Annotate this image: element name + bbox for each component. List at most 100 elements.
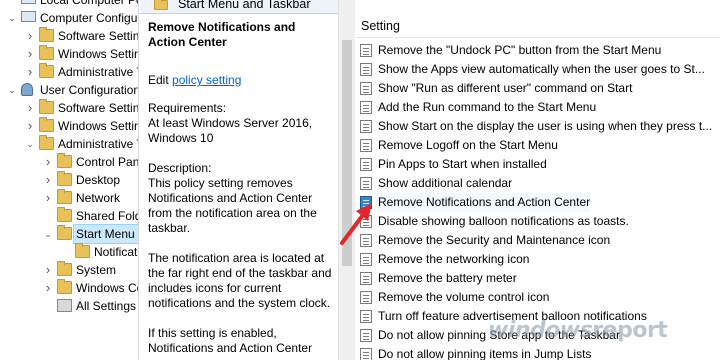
watermark-first: windows	[488, 318, 593, 343]
tree-item[interactable]: › Windows Setting	[0, 117, 138, 135]
folder-icon	[39, 99, 54, 114]
computer-icon	[21, 11, 36, 22]
policy-tree: Local Computer Policy ⌄ Computer Configura…	[0, 0, 139, 360]
folder-icon	[57, 225, 72, 240]
folder-icon	[39, 63, 54, 78]
chevron-down-icon[interactable]: ⌄	[25, 135, 35, 153]
chevron-right-icon[interactable]: ›	[43, 279, 53, 297]
setting-row[interactable]: Show the Apps view automatically when th…	[356, 60, 720, 79]
setting-row[interactable]: Remove Logoff on the Start Menu	[356, 136, 720, 155]
tree-item[interactable]: › Software Settings	[0, 27, 139, 45]
tree-item[interactable]: Local Computer Policy	[0, 0, 138, 9]
tree-item-label: Desktop	[76, 173, 121, 187]
tree-item-label: Shared Folder	[76, 209, 138, 223]
tree-item[interactable]: All Settings	[0, 297, 138, 315]
description-pane: Start Menu and Taskbar Remove Notificati…	[140, 0, 338, 360]
tree-item-label: Local Computer Policy	[40, 0, 138, 7]
tree-item[interactable]: › Windows Setting	[0, 45, 138, 63]
requirements-label: Requirements:	[148, 101, 227, 115]
edit-prefix: Edit	[148, 73, 173, 87]
setting-row[interactable]: Show Start on the display the user is us…	[356, 117, 720, 136]
setting-column-header[interactable]: Setting	[356, 14, 720, 38]
chevron-right-icon[interactable]: ›	[43, 189, 53, 207]
tree-item[interactable]: ⌄ Computer Configura	[0, 9, 138, 27]
setting-name: Pin Apps to Start when installed	[378, 157, 547, 171]
setting-name: Remove the Security and Maintenance icon	[378, 233, 611, 247]
policy-setting-icon	[360, 139, 372, 152]
chevron-right-icon[interactable]: ›	[25, 45, 35, 63]
chevron-right-icon[interactable]: ›	[43, 153, 53, 171]
setting-name: Do not allow pinning items in Jump Lists	[378, 347, 592, 360]
setting-row[interactable]: Show additional calendar	[356, 174, 720, 193]
settings-icon	[57, 299, 72, 312]
tree-item[interactable]: › Software Settings	[0, 99, 139, 117]
tree-item-label: Windows Cor	[76, 281, 138, 295]
setting-row[interactable]: Add the Run command to the Start Menu	[356, 98, 720, 117]
requirements: Requirements: At least Windows Server 20…	[148, 101, 334, 146]
watermark: windowsreport	[488, 318, 668, 343]
policy-title: Remove Notifications and Action Center	[148, 20, 296, 49]
tree-item[interactable]: ⌄ User Configuration	[0, 81, 139, 99]
policy-setting-icon	[360, 177, 372, 190]
chevron-right-icon[interactable]: ›	[43, 171, 53, 189]
setting-name: Add the Run command to the Start Menu	[378, 100, 597, 114]
folder-icon	[57, 189, 72, 204]
policy-setting-icon	[360, 329, 372, 342]
user-icon	[21, 83, 33, 96]
tree-item-label: Control Panel	[76, 155, 139, 169]
setting-row[interactable]: Pin Apps to Start when installed	[356, 155, 720, 174]
tree-item-label: Notificatio	[94, 245, 138, 259]
tree-item[interactable]: › Desktop	[0, 171, 138, 189]
tree-item[interactable]: › Administrative Te	[0, 63, 138, 81]
chevron-down-icon[interactable]: ⌄	[43, 225, 53, 243]
description-header-title: Start Menu and Taskbar	[178, 0, 311, 11]
description-section: Description: This policy setting removes…	[148, 161, 334, 236]
chevron-down-icon[interactable]: ⌄	[7, 81, 17, 99]
tree-item[interactable]: Notificatio	[0, 243, 138, 261]
chevron-right-icon[interactable]: ›	[43, 261, 53, 279]
tree-item-label: Software Settings	[58, 101, 139, 115]
tree-item[interactable]: Shared Folder	[0, 207, 138, 225]
policy-setting-icon	[360, 291, 372, 304]
description-text: This policy setting removes Notification…	[148, 176, 317, 235]
chevron-right-icon[interactable]: ›	[25, 117, 35, 135]
policy-setting-icon	[360, 63, 372, 76]
policy-setting-icon	[360, 120, 372, 133]
setting-row[interactable]: Remove Notifications and Action Center	[356, 193, 720, 212]
tree-item-label: Software Settings	[58, 29, 139, 43]
computer-icon	[21, 0, 36, 4]
edit-policy-link[interactable]: policy setting	[172, 73, 241, 87]
setting-row[interactable]: Show "Run as different user" command on …	[356, 79, 720, 98]
tree-item[interactable]: › Windows Cor	[0, 279, 138, 297]
folder-icon	[75, 243, 90, 258]
tree-item[interactable]: ⌄ Administrative Te	[0, 135, 138, 153]
folder-icon	[39, 45, 54, 60]
setting-name: Remove the volume control icon	[378, 290, 550, 304]
tree-item[interactable]: › Control Panel	[0, 153, 139, 171]
chevron-down-icon[interactable]: ⌄	[7, 9, 17, 27]
setting-row[interactable]: Remove the battery meter	[356, 269, 720, 288]
tree-item[interactable]: › System	[0, 261, 138, 279]
chevron-right-icon[interactable]: ›	[25, 27, 35, 45]
setting-row[interactable]: Do not allow pinning items in Jump Lists	[356, 345, 720, 360]
description-scrollbar[interactable]	[338, 0, 355, 360]
setting-row[interactable]: Remove the Security and Maintenance icon	[356, 231, 720, 250]
tree-item[interactable]: ⌄ Start Menu ar	[0, 224, 138, 244]
policy-setting-icon	[360, 253, 372, 266]
setting-row[interactable]: Remove the networking icon	[356, 250, 720, 269]
edit-line: Edit policy setting	[148, 73, 334, 88]
requirements-text: At least Windows Server 2016, Windows 10	[148, 116, 313, 145]
setting-row[interactable]: Remove the "Undock PC" button from the S…	[356, 41, 720, 60]
policy-setting-icon	[360, 82, 372, 95]
folder-icon	[57, 207, 72, 222]
tree-item-label: User Configuration	[40, 83, 139, 97]
settings-list: Setting Remove the "Undock PC" button fr…	[356, 0, 720, 360]
chevron-right-icon[interactable]: ›	[25, 63, 35, 81]
folder-icon	[57, 153, 72, 168]
watermark-second: report	[592, 318, 668, 343]
tree-item[interactable]: › Network	[0, 189, 138, 207]
chevron-right-icon[interactable]: ›	[25, 99, 35, 117]
setting-row[interactable]: Disable showing balloon notifications as…	[356, 212, 720, 231]
setting-row[interactable]: Remove the volume control icon	[356, 288, 720, 307]
policy-setting-icon	[360, 272, 372, 285]
